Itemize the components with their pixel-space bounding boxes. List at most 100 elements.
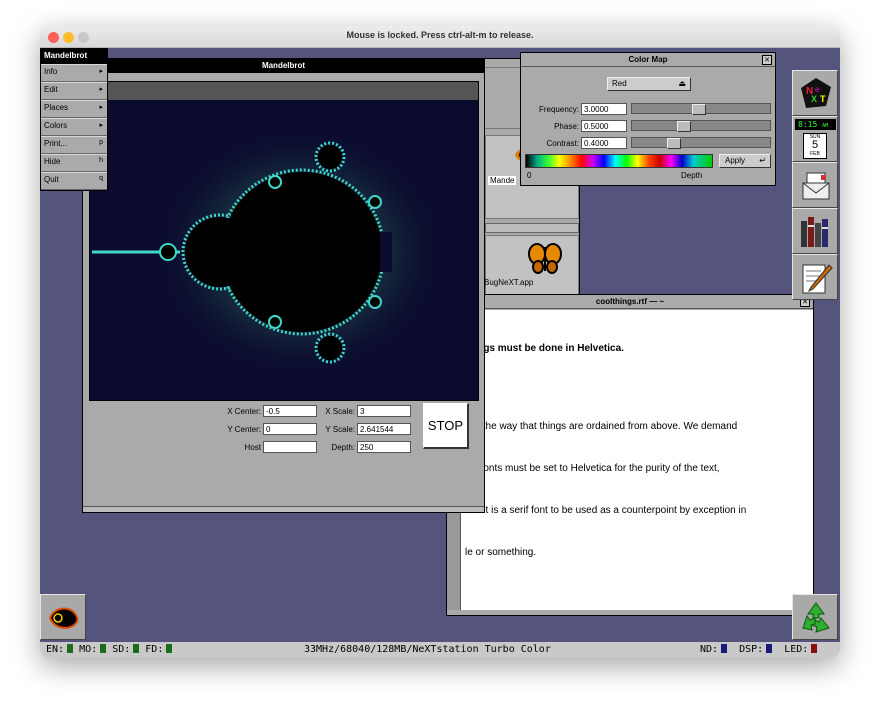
submenu-arrow-icon: ▸	[99, 86, 103, 93]
menu-item-label: Places	[44, 103, 69, 112]
menu-item-edit[interactable]: Edit ▸	[41, 82, 107, 100]
phase-slider[interactable]	[631, 120, 771, 132]
editor-text-area[interactable]: things must be done in Helvetica. s is t…	[461, 310, 813, 610]
status-nd-label: ND:	[700, 644, 719, 655]
recycle-icon	[802, 602, 830, 633]
mail-envelope-icon	[802, 172, 830, 200]
clock-dock-tile[interactable]: 8:15 AM SUN 5 FEB	[792, 116, 838, 162]
frequency-slider[interactable]	[631, 103, 771, 115]
submenu-arrow-icon: ▸	[99, 104, 103, 111]
menu-item-quit[interactable]: Quit q	[41, 172, 107, 190]
popup-arrow-icon: ⏏	[678, 79, 686, 88]
menu-item-label: Info	[44, 67, 58, 76]
stop-button[interactable]: STOP	[423, 403, 469, 449]
y-center-field[interactable]: 0	[263, 423, 317, 435]
mo-led-indicator	[100, 644, 107, 653]
mandelbrot-resize-bar[interactable]	[83, 506, 484, 512]
menu-item-print[interactable]: Print... p	[41, 136, 107, 154]
mandelbrot-miniwindow-tile[interactable]	[40, 594, 86, 640]
depth-scale-label: Depth	[681, 171, 703, 180]
menu-item-label: Quit	[44, 175, 59, 184]
sd-led-indicator	[133, 644, 140, 653]
edit-dock-tile[interactable]	[792, 254, 838, 300]
menu-title[interactable]: Mandelbrot	[41, 49, 107, 64]
status-fd-label: FD:	[145, 644, 164, 655]
mandelbrot-mini-icon	[48, 607, 79, 629]
calendar-icon: SUN 5 FEB	[803, 133, 827, 159]
dsp-led-indicator	[766, 644, 773, 653]
clock-month: FEB	[810, 151, 820, 157]
books-icon	[801, 217, 828, 247]
colormap-titlebar[interactable]: Color Map	[521, 53, 775, 67]
clock-time-display: 8:15 AM	[795, 119, 836, 130]
x-scale-field[interactable]: 3	[357, 405, 411, 417]
viewer-item2-label: BugNeXT.app	[484, 278, 534, 287]
editor-line: ess it is a serif font to be used as a c…	[465, 505, 747, 516]
host-field[interactable]	[263, 441, 317, 453]
next-dock-tile[interactable]: N e X T	[792, 70, 838, 116]
colormap-popup-button[interactable]: Red ⏏	[607, 77, 691, 91]
host-titlebar: Mouse is locked. Press ctrl-alt-m to rel…	[40, 26, 840, 48]
mandelbrot-titlebar[interactable]: Mandelbrot	[83, 59, 484, 73]
editor-window: coolthings.rtf — ~ ✕ things must be done…	[446, 294, 814, 616]
next-logo-icon: N e X T	[801, 78, 831, 108]
colormap-popup-value: Red	[612, 79, 627, 88]
host-caption: Mouse is locked. Press ctrl-alt-m to rel…	[346, 30, 534, 40]
x-center-label: X Center:	[227, 407, 261, 416]
menu-item-places[interactable]: Places ▸	[41, 100, 107, 118]
editor-titlebar[interactable]: coolthings.rtf — ~	[447, 295, 813, 309]
en-led-indicator	[67, 644, 74, 653]
apply-label: Apply	[725, 156, 746, 165]
mail-dock-tile[interactable]	[792, 162, 838, 208]
apply-button[interactable]: Apply ↵	[719, 154, 771, 168]
status-dsp-label: DSP:	[739, 644, 764, 655]
menu-item-label: Print...	[44, 139, 68, 148]
contrast-field[interactable]: 0.4000	[581, 137, 627, 149]
viewer-item-label: Mande	[488, 176, 517, 185]
menu-item-label: Edit	[44, 85, 58, 94]
phase-field[interactable]: 0.5000	[581, 120, 627, 132]
frequency-slider-knob[interactable]	[691, 104, 706, 115]
menu-item-hide[interactable]: Hide h	[41, 154, 107, 172]
clock-date: 5	[811, 139, 819, 151]
editor-line: all fonts must be set to Helvetica for t…	[465, 463, 720, 474]
menu-item-label: Hide	[44, 157, 61, 166]
host-window: Mouse is locked. Press ctrl-alt-m to rel…	[40, 26, 840, 658]
viewer-icon-cell-2[interactable]: BugNeXT.app	[484, 235, 579, 295]
colormap-close-icon[interactable]: ✕	[762, 55, 772, 65]
frequency-field[interactable]: 3.0000	[581, 103, 627, 115]
phase-label: Phase:	[554, 122, 579, 131]
depth-scale-min: 0	[527, 171, 532, 180]
return-key-icon: ↵	[759, 156, 766, 165]
menu-item-info[interactable]: Info ▸	[41, 64, 107, 82]
library-dock-tile[interactable]	[792, 208, 838, 254]
contrast-label: Contrast:	[546, 139, 579, 148]
mandelbrot-fractal-image	[90, 100, 478, 400]
frequency-label: Frequency:	[538, 105, 579, 114]
submenu-arrow-icon: ▸	[99, 68, 103, 75]
recycler-dock-tile[interactable]	[792, 594, 838, 640]
viewer-scroller[interactable]	[485, 223, 579, 233]
led-indicator	[811, 644, 818, 653]
fractal-canvas[interactable]	[89, 81, 479, 401]
y-scale-label: Y Scale:	[325, 425, 355, 434]
contrast-slider[interactable]	[631, 137, 771, 149]
submenu-arrow-icon: ▸	[99, 122, 103, 129]
next-desktop: Mande BugNeXT.app coolthings.rtf — ~ ✕ t…	[40, 48, 840, 642]
colormap-gradient-bar	[525, 154, 713, 168]
menu-shortcut-key: q	[99, 175, 103, 182]
phase-slider-knob[interactable]	[676, 121, 691, 132]
svg-text:T: T	[820, 94, 826, 104]
clock-time: 8:15	[798, 120, 818, 129]
contrast-slider-knob[interactable]	[666, 138, 681, 149]
mandelbrot-window: Mandelbrot X Center: -0.5 Y Center: 0 Ho…	[82, 58, 485, 513]
status-right-group: ND: DSP: LED:	[700, 644, 818, 655]
depth-label: Depth:	[331, 443, 355, 452]
status-sd-label: SD:	[112, 644, 131, 655]
depth-field[interactable]: 250	[357, 441, 411, 453]
y-scale-field[interactable]: 2.641544	[357, 423, 411, 435]
x-center-field[interactable]: -0.5	[263, 405, 317, 417]
menu-item-label: Colors	[44, 121, 68, 130]
emulator-status-bar: EN: MO: SD: FD: 33MHz/68040/128MB/NeXTst…	[40, 642, 840, 658]
menu-item-colors[interactable]: Colors ▸	[41, 118, 107, 136]
